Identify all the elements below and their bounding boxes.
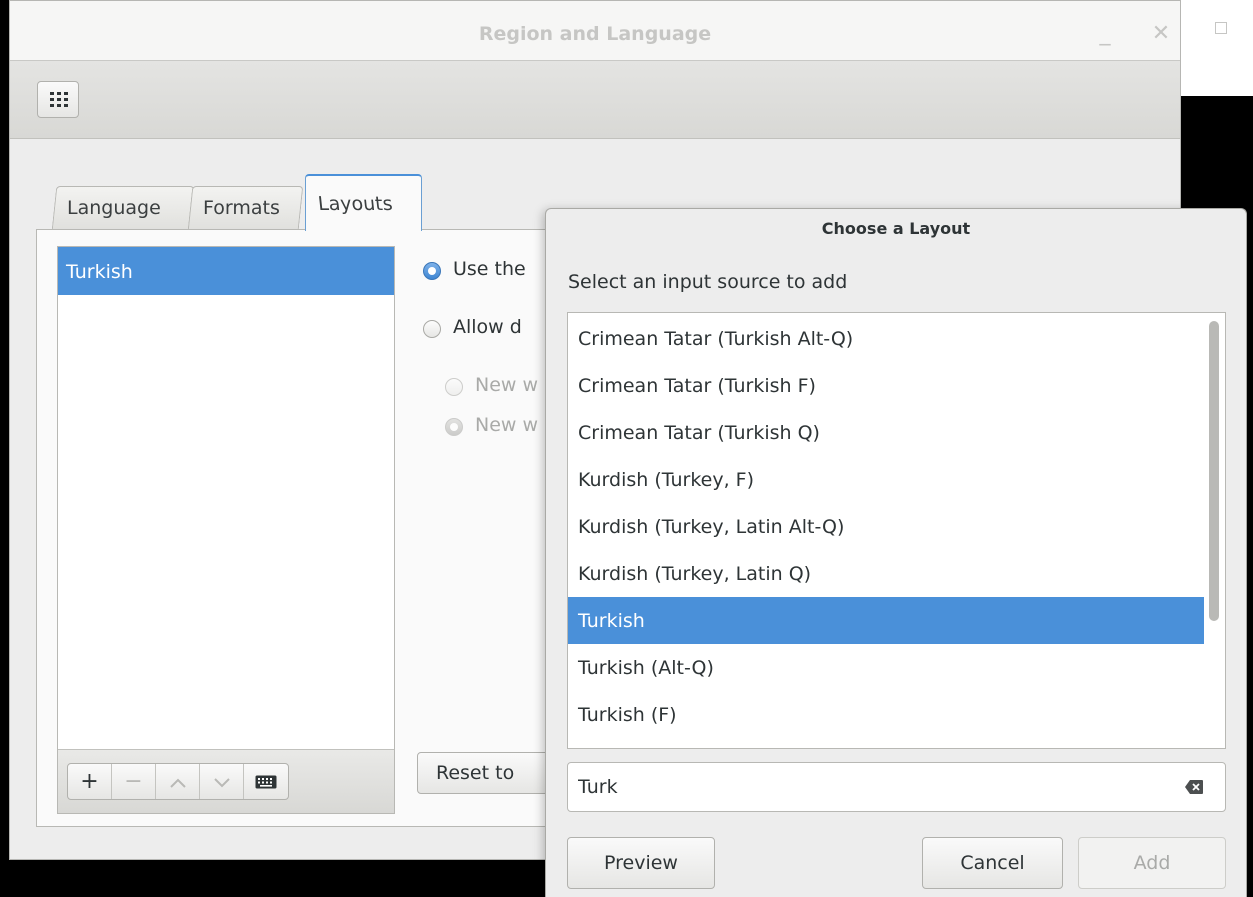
list-item-selected[interactable]: Turkish: [568, 597, 1204, 644]
list-item[interactable]: Crimean Tatar (Turkish Alt-Q): [568, 315, 1204, 362]
tab-layouts[interactable]: Layouts: [305, 174, 422, 231]
header-toolbar: [10, 61, 1180, 139]
radio-allow-different-sources[interactable]: [423, 320, 441, 338]
dialog-title: Choose a Layout: [821, 219, 971, 238]
list-item[interactable]: Turkish (F): [568, 691, 1204, 738]
radio-new-windows-current[interactable]: [445, 418, 463, 436]
list-item[interactable]: Turkish: [58, 247, 394, 295]
radio-new-windows-default[interactable]: [445, 378, 463, 396]
scrollbar-thumb[interactable]: [1209, 321, 1219, 621]
list-item[interactable]: Crimean Tatar (Turkish Q): [568, 409, 1204, 456]
choose-layout-dialog: Choose a Layout Select an input source t…: [545, 208, 1247, 897]
radio-label: New w: [475, 374, 539, 396]
clear-icon[interactable]: [1185, 780, 1203, 794]
minimize-button[interactable]: _: [1092, 19, 1118, 49]
maximize-icon: [1215, 22, 1227, 34]
search-field: [567, 762, 1226, 812]
radio-label: Allow d: [453, 316, 522, 338]
preview-button[interactable]: Preview: [567, 837, 715, 889]
move-down-button[interactable]: [200, 764, 244, 799]
list-item[interactable]: Kurdish (Turkey, Latin Q): [568, 550, 1204, 597]
keyboard-settings-button[interactable]: [244, 764, 288, 799]
chevron-down-icon: [213, 778, 230, 788]
grid-icon: [50, 92, 68, 107]
all-settings-button[interactable]: [37, 81, 79, 118]
input-source-options-list: Crimean Tatar (Turkish Alt-Q) Crimean Ta…: [567, 312, 1226, 749]
tab-formats[interactable]: Formats: [187, 186, 304, 230]
titlebar: Region and Language _ ✕: [10, 1, 1180, 61]
list-item[interactable]: Crimean Tatar (Turkish F): [568, 362, 1204, 409]
radio-use-same-source[interactable]: [423, 262, 441, 280]
chevron-up-icon: [169, 778, 186, 788]
move-up-button[interactable]: [156, 764, 200, 799]
background-window-edge: [1181, 0, 1253, 96]
list-item[interactable]: Turkish (Alt-Q): [568, 644, 1204, 691]
add-source-button[interactable]: +: [68, 764, 112, 799]
close-button[interactable]: ✕: [1148, 19, 1174, 49]
list-item[interactable]: Kurdish (Turkey, Latin Alt-Q): [568, 503, 1204, 550]
add-button[interactable]: Add: [1078, 837, 1226, 889]
search-input[interactable]: [576, 772, 1156, 802]
input-source-list: Turkish + −: [57, 246, 395, 814]
dialog-subtitle: Select an input source to add: [568, 271, 848, 293]
cancel-button[interactable]: Cancel: [922, 837, 1063, 889]
window-title: Region and Language: [478, 23, 712, 45]
radio-label: New w: [475, 414, 539, 436]
remove-source-button[interactable]: −: [112, 764, 156, 799]
list-button-group: + −: [67, 763, 289, 800]
keyboard-icon: [255, 775, 277, 789]
list-toolbar: + −: [58, 749, 394, 813]
tab-language[interactable]: Language: [51, 186, 195, 230]
list-item[interactable]: Kurdish (Turkey, F): [568, 456, 1204, 503]
radio-label: Use the: [453, 258, 526, 280]
